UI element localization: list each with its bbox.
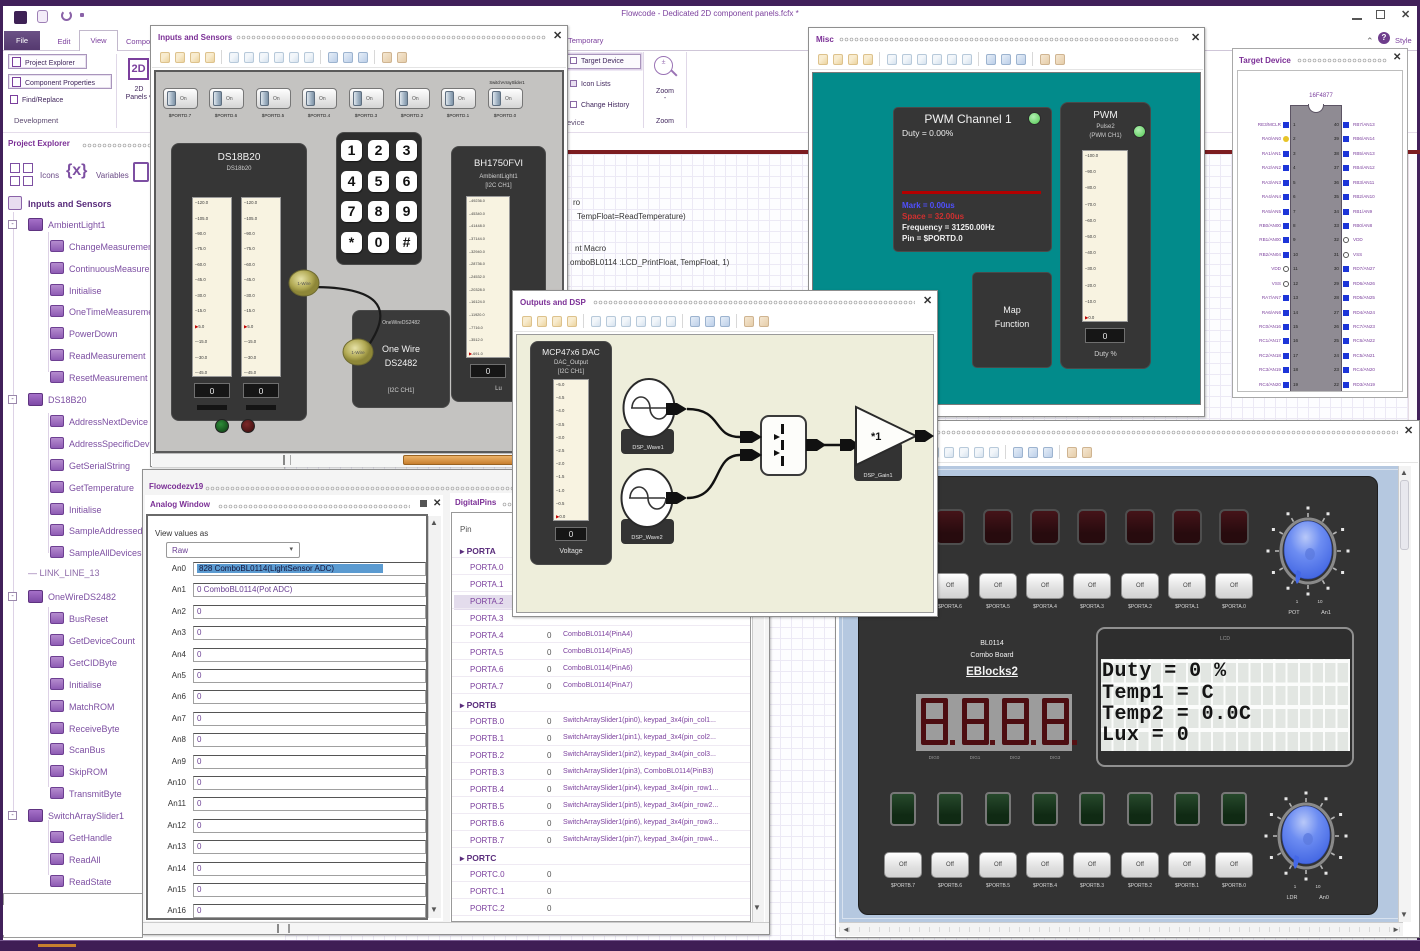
svg-text:1-Wire: 1-Wire [351, 350, 365, 355]
svg-text:*1: *1 [871, 431, 881, 443]
svg-text:1-Wire: 1-Wire [297, 281, 311, 286]
svg-text:DSP_Wave1: DSP_Wave1 [632, 445, 663, 451]
svg-text:DSP_Wave2: DSP_Wave2 [631, 535, 662, 541]
svg-text:DSP_Gain1: DSP_Gain1 [863, 473, 892, 479]
